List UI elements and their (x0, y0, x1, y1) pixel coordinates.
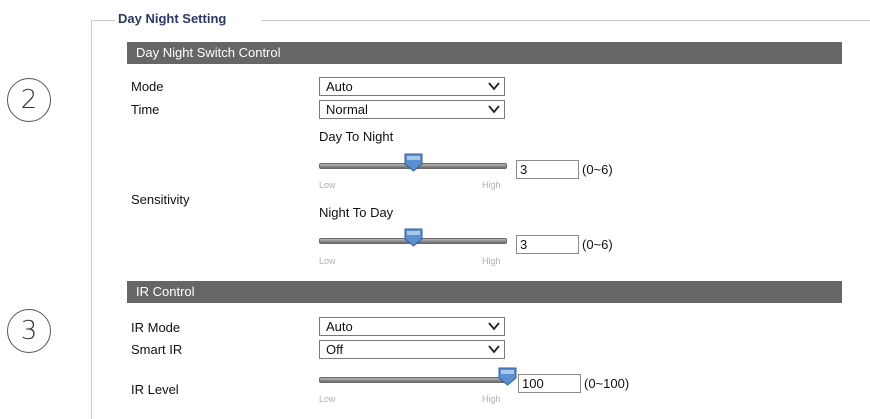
smart-ir-label: Smart IR (131, 342, 183, 357)
mode-select[interactable]: Auto (319, 77, 505, 96)
chevron-down-icon (488, 345, 500, 354)
time-select[interactable]: Normal (319, 100, 505, 119)
annotation-circle-2: 2 (7, 78, 51, 122)
ir-mode-label: IR Mode (131, 320, 181, 335)
smart-ir-select[interactable]: Off (319, 340, 505, 359)
annotation-circle-3: 3 (7, 309, 51, 353)
chevron-down-icon (488, 82, 500, 91)
night-to-day-high-label: High (482, 256, 501, 266)
mode-label: Mode (131, 79, 164, 94)
ir-level-value-input[interactable]: 100 (518, 374, 581, 393)
night-to-day-value-input[interactable]: 3 (516, 235, 579, 254)
ir-level-high-label: High (482, 394, 501, 404)
time-select-value: Normal (326, 102, 368, 117)
day-to-night-low-label: Low (319, 180, 336, 190)
sensitivity-label: Sensitivity (131, 192, 190, 207)
chevron-down-icon (488, 322, 500, 331)
smart-ir-select-value: Off (326, 342, 344, 357)
ir-level-label: IR Level (131, 382, 179, 397)
day-to-night-range: (0~6) (582, 162, 613, 177)
night-to-day-range: (0~6) (582, 237, 613, 252)
chevron-down-icon (488, 105, 500, 114)
section-header-day-night: Day Night Switch Control (127, 42, 842, 64)
ir-level-slider-track[interactable] (319, 377, 507, 383)
night-to-day-label: Night To Day (319, 205, 394, 220)
ir-level-low-label: Low (319, 394, 336, 404)
day-to-night-slider-thumb-icon[interactable] (404, 153, 423, 172)
mode-select-value: Auto (326, 79, 353, 94)
ir-mode-select-value: Auto (326, 319, 353, 334)
fieldset-border-left (91, 20, 92, 419)
ir-level-slider-thumb-icon[interactable] (498, 367, 517, 386)
day-to-night-label: Day To Night (319, 129, 394, 144)
day-to-night-high-label: High (482, 180, 501, 190)
fieldset-border-top-right (262, 20, 870, 21)
fieldset-border-top-left (91, 20, 115, 21)
ir-mode-select[interactable]: Auto (319, 317, 505, 336)
section-header-ir-control: IR Control (127, 281, 842, 303)
ir-level-range: (0~100) (584, 376, 630, 391)
day-to-night-value-input[interactable]: 3 (516, 160, 579, 179)
night-to-day-slider-thumb-icon[interactable] (404, 228, 423, 247)
fieldset-legend: Day Night Setting (118, 11, 227, 26)
time-label: Time (131, 102, 160, 117)
night-to-day-low-label: Low (319, 256, 336, 266)
